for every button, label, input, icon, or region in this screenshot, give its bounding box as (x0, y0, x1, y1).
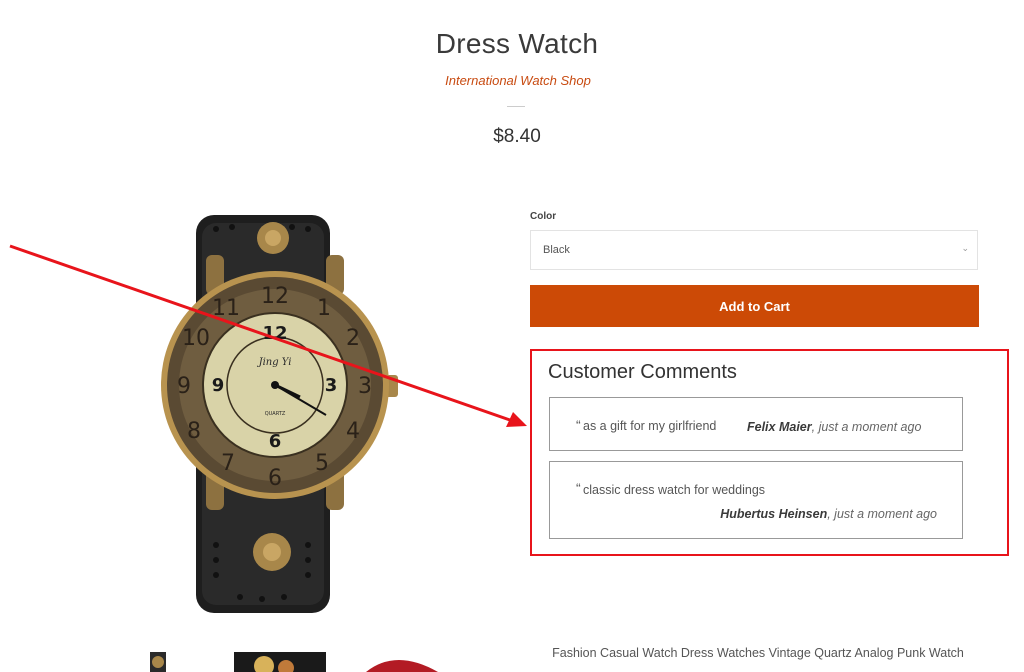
comment-author: Hubertus Heinsen (720, 507, 828, 521)
thumbnail-image (366, 660, 438, 672)
watch-movement: QUARTZ (265, 411, 286, 417)
comment-text: as a gift for my girlfriend (583, 419, 717, 433)
svg-text:8: 8 (187, 419, 201, 444)
svg-text:6: 6 (269, 431, 282, 452)
thumbnail-image (234, 652, 326, 672)
add-to-cart-button[interactable]: Add to Cart (530, 285, 979, 327)
comment-time: , just a moment ago (827, 507, 937, 521)
svg-text:10: 10 (182, 326, 210, 351)
watch-brand: Jing Yi (257, 357, 292, 368)
svg-text:5: 5 (315, 451, 329, 476)
product-title: Dress Watch (435, 28, 599, 59)
watch-image: 12 1 2 3 4 5 6 7 8 9 10 11 12 3 6 9 Jing… (161, 215, 398, 613)
quote-icon: “ (576, 417, 581, 433)
product-price: $8.40 (493, 126, 541, 147)
svg-text:11: 11 (212, 296, 240, 321)
svg-text:2: 2 (346, 326, 360, 351)
svg-text:6: 6 (268, 466, 282, 491)
comment-card: “ as a gift for my girlfriend Felix Maie… (549, 397, 963, 451)
title-divider (507, 106, 525, 107)
comment-text: classic dress watch for weddings (583, 483, 766, 497)
svg-text:9: 9 (212, 375, 225, 396)
annotation-arrow-head (506, 412, 527, 427)
svg-text:4: 4 (346, 419, 360, 444)
svg-text:9: 9 (177, 374, 191, 399)
product-thumbnail-1[interactable] (138, 652, 178, 672)
comment-card: “ classic dress watch for weddings Huber… (549, 461, 963, 539)
product-vendor[interactable]: International Watch Shop (0, 73, 1024, 88)
color-select[interactable]: Black ⌄ (530, 230, 978, 270)
svg-text:3: 3 (325, 375, 338, 396)
comment-time: , just a moment ago (811, 420, 922, 434)
product-thumbnail-2[interactable] (234, 652, 326, 672)
svg-text:12: 12 (261, 284, 289, 309)
comment-meta: Hubertus Heinsen, just a moment ago (720, 507, 937, 521)
comments-title: Customer Comments (548, 361, 737, 383)
color-option-label: Color (530, 211, 557, 222)
product-description: Fashion Casual Watch Dress Watches Vinta… (552, 646, 964, 660)
customer-comments-section: Customer Comments “ as a gift for my gir… (530, 349, 1009, 556)
svg-text:12: 12 (262, 323, 287, 344)
color-select-value: Black (543, 244, 570, 256)
svg-text:3: 3 (358, 374, 372, 399)
thumbnail-image (150, 652, 166, 672)
product-thumbnail-3[interactable] (356, 652, 448, 672)
product-image[interactable]: 12 1 2 3 4 5 6 7 8 9 10 11 12 3 6 9 Jing… (150, 205, 410, 620)
comment-meta: Felix Maier, just a moment ago (747, 420, 921, 434)
quote-icon: “ (576, 480, 581, 496)
svg-text:1: 1 (317, 296, 331, 321)
chevron-down-icon: ⌄ (961, 243, 969, 253)
svg-text:7: 7 (221, 451, 235, 476)
comment-author: Felix Maier (747, 420, 812, 434)
